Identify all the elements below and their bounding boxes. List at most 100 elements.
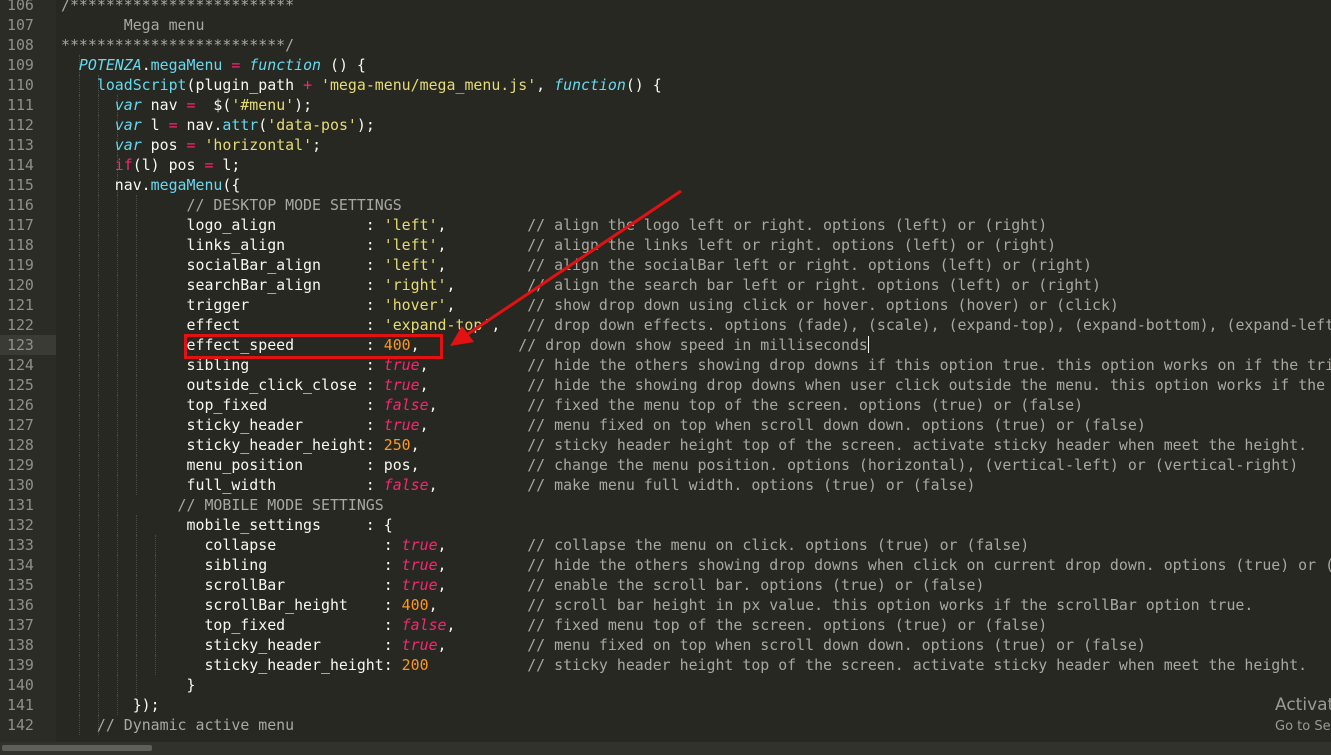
code-text[interactable]: effect : 'expand-top', // drop down effe… — [61, 315, 1331, 335]
code-line[interactable]: 121 trigger : 'hover', // show drop down… — [0, 295, 1331, 315]
code-text[interactable]: var nav = $('#menu'); — [61, 95, 312, 115]
code-token: // hide the others showing drop downs wh… — [527, 556, 1331, 574]
code-editor[interactable]: 106/************************* 107 Mega me… — [0, 0, 1331, 742]
scrollbar-thumb[interactable] — [2, 745, 152, 751]
code-text[interactable]: sticky_header : true, // menu fixed on t… — [61, 415, 1146, 435]
line-number: 124 — [7, 356, 34, 374]
code-line[interactable]: 119 socialBar_align : 'left', // align t… — [0, 255, 1331, 275]
code-line[interactable]: 125 outside_click_close : true, // hide … — [0, 375, 1331, 395]
code-line[interactable]: 134 sibling : true, // hide the others s… — [0, 555, 1331, 575]
code-text[interactable]: full_width : false, // make menu full wi… — [61, 475, 976, 495]
code-line[interactable]: 114 if(l) pos = l; — [0, 155, 1331, 175]
code-token: trigger : — [61, 296, 384, 314]
code-token: = — [222, 56, 250, 74]
code-line[interactable]: 115 nav.megaMenu({ — [0, 175, 1331, 195]
code-text[interactable]: /************************* — [61, 0, 294, 15]
code-line[interactable]: 118 links_align : 'left', // align the l… — [0, 235, 1331, 255]
code-line[interactable]: 113 var pos = 'horizontal'; — [0, 135, 1331, 155]
code-line[interactable]: 108 *************************/ — [0, 35, 1331, 55]
code-line[interactable]: 109 POTENZA.megaMenu = function () { — [0, 55, 1331, 75]
code-line[interactable]: 135 scrollBar : true, // enable the scro… — [0, 575, 1331, 595]
code-line[interactable]: 137 top_fixed : false, // fixed menu top… — [0, 615, 1331, 635]
code-line[interactable]: 138 sticky_header : true, // menu fixed … — [0, 635, 1331, 655]
code-token: sticky_header : — [61, 636, 402, 654]
code-line[interactable]: 127 sticky_header : true, // menu fixed … — [0, 415, 1331, 435]
code-text[interactable]: scrollBar_height : 400, // scroll bar he… — [61, 595, 1253, 615]
code-text[interactable]: POTENZA.megaMenu = function () { — [61, 55, 366, 75]
code-line[interactable]: 120 searchBar_align : 'right', // align … — [0, 275, 1331, 295]
code-token: ); — [294, 96, 313, 114]
code-token: nav. — [177, 116, 223, 134]
code-text[interactable]: loadScript(plugin_path + 'mega-menu/mega… — [61, 75, 662, 95]
code-token: effect : — [61, 316, 384, 334]
code-token: attr — [222, 116, 259, 134]
code-line[interactable]: 142 // Dynamic active menu — [0, 715, 1331, 735]
code-line[interactable]: 106 /************************* — [0, 0, 1331, 15]
code-text[interactable]: Mega menu — [61, 15, 205, 35]
code-line[interactable]: 131 // MOBILE MODE SETTINGS — [0, 495, 1331, 515]
horizontal-scrollbar[interactable] — [0, 742, 1331, 755]
code-text[interactable]: // Dynamic active menu — [61, 715, 294, 735]
code-token: () { — [625, 76, 662, 94]
code-text[interactable]: sticky_header_height: 250, // sticky hea… — [61, 435, 1308, 455]
code-text[interactable]: } — [61, 675, 196, 695]
code-text[interactable]: sibling : true, // hide the others showi… — [61, 555, 1331, 575]
line-number: 121 — [7, 296, 34, 314]
code-text[interactable]: scrollBar : true, // enable the scroll b… — [61, 575, 984, 595]
code-line[interactable]: 133 collapse : true, // collapse the men… — [0, 535, 1331, 555]
code-line[interactable]: 136 scrollBar_height : 400, // scroll ba… — [0, 595, 1331, 615]
code-line[interactable]: 126 top_fixed : false, // fixed the menu… — [0, 395, 1331, 415]
code-text[interactable]: // MOBILE MODE SETTINGS — [61, 495, 384, 515]
line-number: 119 — [7, 256, 34, 274]
code-text[interactable]: logo_align : 'left', // align the logo l… — [61, 215, 1048, 235]
code-text[interactable]: var l = nav.attr('data-pos'); — [61, 115, 375, 135]
code-line[interactable]: 129 menu_position : pos, // change the m… — [0, 455, 1331, 475]
code-text[interactable]: nav.megaMenu({ — [61, 175, 241, 195]
code-token: outside_click_close : — [61, 376, 384, 394]
code-line[interactable]: 117 logo_align : 'left', // align the lo… — [0, 215, 1331, 235]
code-text[interactable]: if(l) pos = l; — [61, 155, 241, 175]
code-text[interactable]: collapse : true, // collapse the menu on… — [61, 535, 1029, 555]
code-text[interactable]: links_align : 'left', // align the links… — [61, 235, 1057, 255]
code-text[interactable]: // DESKTOP MODE SETTINGS — [61, 195, 402, 215]
code-line[interactable]: 112 var l = nav.attr('data-pos'); — [0, 115, 1331, 135]
code-token: // MOBILE MODE SETTINGS — [61, 496, 384, 514]
code-line[interactable]: 110 loadScript(plugin_path + 'mega-menu/… — [0, 75, 1331, 95]
code-text[interactable]: sticky_header : true, // menu fixed on t… — [61, 635, 1145, 655]
code-line[interactable]: 141 }); — [0, 695, 1331, 715]
code-line[interactable]: 130 full_width : false, // make menu ful… — [0, 475, 1331, 495]
code-token: true — [383, 376, 420, 394]
code-token: // align the links left or right. option… — [527, 236, 1057, 254]
code-text[interactable]: mobile_settings : { — [61, 515, 393, 535]
code-text[interactable]: top_fixed : false, // fixed menu top of … — [61, 615, 1047, 635]
code-token: scrollBar : — [61, 576, 402, 594]
code-token: () { — [321, 56, 366, 74]
code-line[interactable]: 116 // DESKTOP MODE SETTINGS — [0, 195, 1331, 215]
code-text[interactable]: sticky_header_height: 200 // sticky head… — [61, 655, 1307, 675]
code-text[interactable]: }); — [61, 695, 160, 715]
code-text[interactable]: var pos = 'horizontal'; — [61, 135, 321, 155]
code-line[interactable]: 139 sticky_header_height: 200 // sticky … — [0, 655, 1331, 675]
code-token: , — [428, 396, 528, 414]
code-token: // enable the scroll bar. options (true)… — [527, 576, 985, 594]
code-token: *************************/ — [61, 36, 295, 54]
code-text[interactable]: *************************/ — [61, 35, 294, 55]
code-text[interactable]: top_fixed : false, // fixed the menu top… — [61, 395, 1084, 415]
code-line[interactable]: 140 } — [0, 675, 1331, 695]
code-text[interactable]: effect_speed : 400, // drop down show sp… — [61, 335, 869, 355]
code-text[interactable]: outside_click_close : true, // hide the … — [61, 375, 1331, 395]
code-line[interactable]: 128 sticky_header_height: 250, // sticky… — [0, 435, 1331, 455]
code-line[interactable]: 122 effect : 'expand-top', // drop down … — [0, 315, 1331, 335]
code-line[interactable]: 107 Mega menu — [0, 15, 1331, 35]
code-line[interactable]: 132 mobile_settings : { — [0, 515, 1331, 535]
line-number: 134 — [7, 556, 34, 574]
code-text[interactable]: trigger : 'hover', // show drop down usi… — [61, 295, 1119, 315]
code-text[interactable]: menu_position : pos, // change the menu … — [61, 455, 1299, 475]
code-text[interactable]: searchBar_align : 'right', // align the … — [61, 275, 1101, 295]
code-text[interactable]: socialBar_align : 'left', // align the s… — [61, 255, 1093, 275]
code-token: 'expand-top' — [383, 316, 492, 334]
code-line[interactable]: 111 var nav = $('#menu'); — [0, 95, 1331, 115]
code-token: false — [401, 616, 447, 634]
code-token: , — [437, 216, 528, 234]
